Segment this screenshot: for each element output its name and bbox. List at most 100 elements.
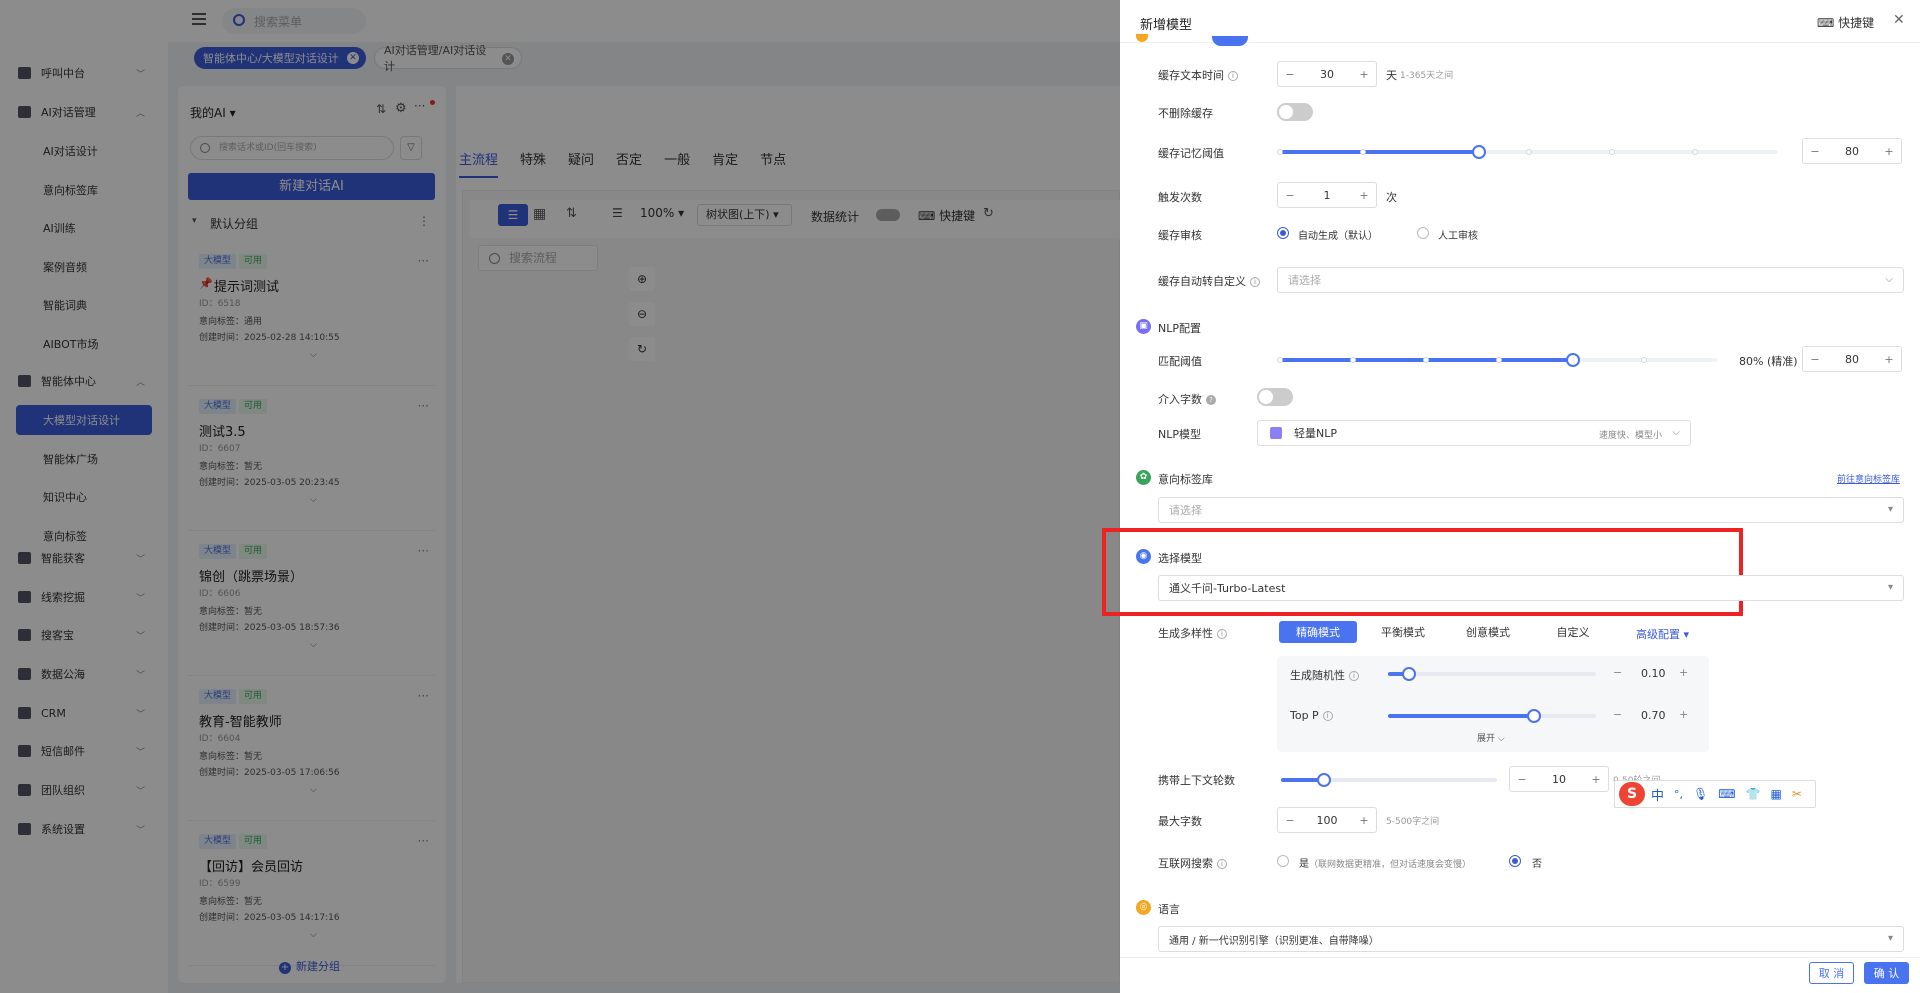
plus-icon[interactable]: + bbox=[1352, 814, 1376, 827]
match-threshold-value[interactable]: 80 bbox=[1827, 353, 1877, 366]
mode-precise-button[interactable]: 精确模式 bbox=[1279, 621, 1357, 643]
plus-icon[interactable]: + bbox=[1352, 68, 1376, 81]
plus-icon[interactable]: + bbox=[1877, 353, 1901, 366]
web-search-yes-radio[interactable] bbox=[1277, 855, 1289, 867]
drawer-footer bbox=[1120, 957, 1920, 993]
slider-knob[interactable] bbox=[1565, 353, 1580, 367]
advanced-config-link[interactable]: 高级配置 ▾ bbox=[1636, 626, 1689, 642]
model-select[interactable]: 通义千问-Turbo-Latest ▾ bbox=[1158, 575, 1904, 601]
plus-icon[interactable]: + bbox=[1352, 189, 1376, 202]
drawer-shortcut-button[interactable]: ⌨ 快捷键 bbox=[1817, 14, 1874, 31]
plus-icon[interactable]: + bbox=[1584, 773, 1608, 786]
web-search-no-radio[interactable] bbox=[1509, 855, 1521, 867]
confirm-button[interactable]: 确 认 bbox=[1864, 962, 1909, 984]
audit-manual-radio[interactable] bbox=[1417, 227, 1429, 239]
highlight-box bbox=[1102, 528, 1743, 616]
nlp-model-icon bbox=[1270, 427, 1282, 439]
close-icon[interactable]: ✕ bbox=[1893, 12, 1905, 28]
randomness-value[interactable]: 0.10 bbox=[1641, 667, 1666, 680]
topp-value[interactable]: 0.70 bbox=[1641, 709, 1666, 722]
minus-icon[interactable]: − bbox=[1278, 68, 1302, 81]
cache-enable-toggle[interactable] bbox=[1212, 36, 1248, 46]
randomness-slider[interactable] bbox=[1388, 667, 1596, 681]
plus-icon[interactable]: + bbox=[1877, 145, 1901, 158]
slider-knob[interactable] bbox=[1526, 709, 1541, 723]
language-select[interactable]: 通用 / 新一代识别引擎（识别更准、自带降噪） ▾ bbox=[1158, 926, 1904, 952]
audit-auto-radio[interactable] bbox=[1277, 227, 1289, 239]
ime-chinese-icon[interactable]: 中 bbox=[1651, 785, 1664, 804]
plus-icon[interactable]: + bbox=[1679, 666, 1688, 679]
model-section-title: 选择模型 bbox=[1158, 552, 1202, 565]
minus-icon[interactable]: − bbox=[1278, 814, 1302, 827]
slider-knob[interactable] bbox=[1401, 667, 1416, 681]
minus-icon[interactable]: − bbox=[1613, 708, 1622, 721]
topp-slider[interactable] bbox=[1388, 709, 1596, 723]
skin-icon[interactable]: 👕 bbox=[1746, 787, 1761, 801]
nlp-model-select[interactable]: 轻量NLP 速度快、模型小 ⌵ bbox=[1257, 420, 1691, 446]
minus-icon[interactable]: − bbox=[1803, 145, 1827, 158]
mode-creative-button[interactable]: 创意模式 bbox=[1449, 621, 1527, 643]
nlp-model-hint: 速度快、模型小 bbox=[1598, 431, 1662, 441]
help-icon: ? bbox=[1206, 395, 1216, 405]
mode-balanced-button[interactable]: 平衡模式 bbox=[1364, 621, 1442, 643]
ime-toolbar[interactable]: S 中 °, 🎙 ⌨ 👕 ▦ ✂ bbox=[1614, 780, 1816, 808]
nlp-section-title: NLP配置 bbox=[1158, 322, 1201, 335]
intent-select[interactable]: 请选择 ▾ bbox=[1158, 497, 1904, 523]
intent-section-title: 意向标签库 bbox=[1158, 473, 1213, 486]
intervene-toggle[interactable] bbox=[1257, 388, 1293, 406]
diversity-label: 生成多样性 i bbox=[1158, 625, 1227, 641]
context-rounds-stepper[interactable]: −10 + bbox=[1509, 766, 1609, 792]
trigger-count-value[interactable]: 1 bbox=[1302, 189, 1352, 202]
max-chars-stepper[interactable]: −100 + bbox=[1277, 807, 1377, 833]
chevron-down-icon: ▾ bbox=[1887, 504, 1893, 515]
no-delete-toggle[interactable] bbox=[1277, 103, 1313, 121]
microphone-icon[interactable]: 🎙 bbox=[1693, 787, 1708, 801]
memory-threshold-label: 缓存记忆阈值 bbox=[1158, 147, 1224, 160]
diversity-label-text: 生成多样性 bbox=[1158, 627, 1213, 640]
trigger-count-stepper[interactable]: −1 + bbox=[1277, 182, 1377, 208]
match-threshold-stepper[interactable]: −80 + bbox=[1802, 346, 1902, 372]
ime-punct-icon[interactable]: °, bbox=[1674, 788, 1683, 801]
cache-time-label-text: 缓存文本时间 bbox=[1158, 69, 1224, 82]
model-icon: ◉ bbox=[1136, 549, 1151, 564]
slider-step-dot bbox=[1641, 357, 1648, 363]
memory-threshold-slider[interactable] bbox=[1277, 145, 1778, 159]
max-chars-value[interactable]: 100 bbox=[1302, 814, 1352, 827]
tools-icon[interactable]: ✂ bbox=[1792, 787, 1802, 801]
context-rounds-value[interactable]: 10 bbox=[1534, 773, 1584, 786]
apps-icon[interactable]: ▦ bbox=[1771, 787, 1782, 801]
no-delete-label: 不删除缓存 bbox=[1158, 107, 1213, 120]
cache-time-value[interactable]: 30 bbox=[1302, 68, 1352, 81]
minus-icon[interactable]: − bbox=[1803, 353, 1827, 366]
chevron-down-icon: ⌵ bbox=[1672, 427, 1680, 438]
chevron-down-icon: ⌵ bbox=[1497, 734, 1505, 744]
drawer-title: 新增模型 bbox=[1140, 18, 1193, 33]
match-threshold-slider[interactable] bbox=[1277, 353, 1717, 367]
cache-custom-select[interactable]: 请选择 ⌵ bbox=[1277, 267, 1904, 293]
web-search-no-label: 否 bbox=[1532, 859, 1542, 870]
cache-time-stepper[interactable]: −30 + bbox=[1277, 61, 1377, 87]
minus-icon[interactable]: − bbox=[1278, 189, 1302, 202]
minus-icon[interactable]: − bbox=[1510, 773, 1534, 786]
ime-logo-icon: S bbox=[1619, 782, 1645, 806]
minus-icon[interactable]: − bbox=[1613, 666, 1622, 679]
expand-button[interactable]: 展开 ⌵ bbox=[1477, 731, 1505, 744]
memory-threshold-value[interactable]: 80 bbox=[1827, 145, 1877, 158]
mode-custom-button[interactable]: 自定义 bbox=[1534, 621, 1612, 643]
web-search-yes-text: 是 bbox=[1299, 859, 1309, 870]
info-icon: i bbox=[1322, 711, 1333, 721]
cache-custom-placeholder: 请选择 bbox=[1288, 274, 1321, 287]
intent-library-link[interactable]: 前往意向标签库 bbox=[1837, 472, 1900, 485]
audit-manual-label: 人工审核 bbox=[1438, 231, 1478, 242]
keyboard-icon[interactable]: ⌨ bbox=[1718, 787, 1735, 801]
slider-step-dot bbox=[1526, 149, 1532, 155]
nlp-model-label: NLP模型 bbox=[1158, 428, 1201, 441]
randomness-label: 生成随机性 i bbox=[1290, 667, 1359, 683]
modal-overlay[interactable] bbox=[0, 0, 1120, 993]
memory-threshold-stepper[interactable]: −80 + bbox=[1802, 138, 1902, 164]
context-rounds-slider[interactable] bbox=[1281, 773, 1497, 787]
plus-icon[interactable]: + bbox=[1679, 708, 1688, 721]
slider-step-dot bbox=[1277, 357, 1283, 363]
cancel-button[interactable]: 取 消 bbox=[1809, 962, 1854, 984]
slider-fill bbox=[1280, 150, 1480, 154]
